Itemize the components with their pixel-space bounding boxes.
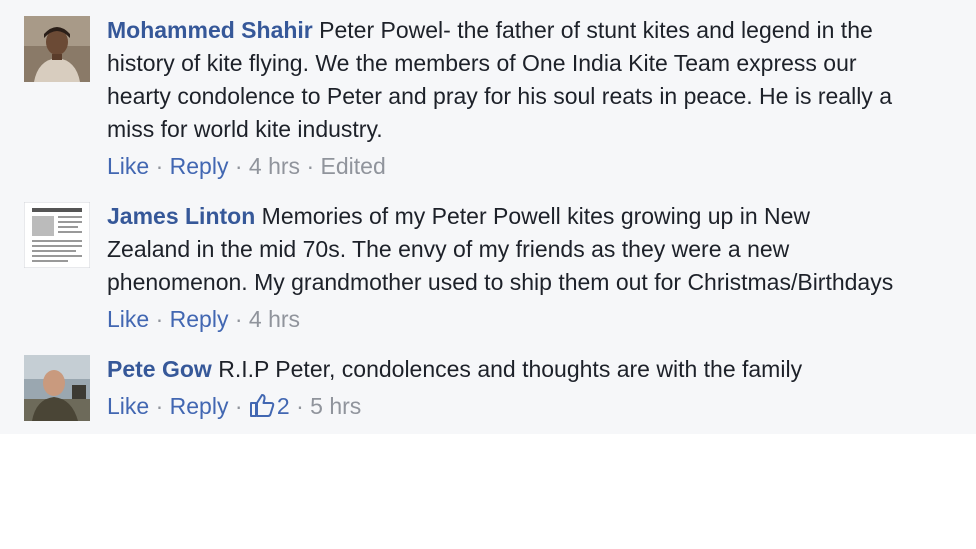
timestamp[interactable]: 4 hrs — [249, 153, 300, 179]
person-photo-icon — [24, 16, 90, 82]
comment-body: Pete Gow R.I.P Peter, condolences and th… — [107, 353, 976, 423]
comment-body: Mohammed Shahir Peter Powel- the father … — [107, 14, 976, 183]
author-name[interactable]: James Linton — [107, 203, 255, 229]
comment-body: James Linton Memories of my Peter Powell… — [107, 200, 976, 336]
reply-link[interactable]: Reply — [170, 306, 229, 332]
comment-line: R.I.P Peter, condolences and thoughts ar… — [218, 356, 803, 382]
separator: · — [300, 153, 321, 179]
reply-link[interactable]: Reply — [170, 153, 229, 179]
avatar[interactable] — [24, 355, 90, 421]
comment-line: Zealand in the mid 70s. The envy of my f… — [107, 236, 790, 262]
reply-link[interactable]: Reply — [170, 393, 229, 419]
comment-line: Peter Powel- the father of stunt kites a… — [319, 17, 873, 43]
separator: · — [289, 393, 311, 419]
thumbs-up-icon[interactable] — [249, 393, 275, 417]
like-count[interactable]: 2 — [277, 393, 290, 419]
comment-actions: Like · Reply · 2 · 5 hrs — [107, 390, 976, 423]
comment-text: Pete Gow R.I.P Peter, condolences and th… — [107, 353, 976, 386]
timestamp[interactable]: 5 hrs — [310, 393, 361, 419]
comment-line: Memories of my Peter Powell kites growin… — [261, 203, 811, 229]
comment-actions: Like · Reply · 4 hrs — [107, 303, 976, 336]
like-link[interactable]: Like — [107, 306, 149, 332]
avatar[interactable] — [24, 16, 90, 82]
comment-text: James Linton Memories of my Peter Powell… — [107, 200, 976, 233]
author-name[interactable]: Mohammed Shahir — [107, 17, 313, 43]
separator: · — [228, 306, 249, 332]
document-thumbnail-icon — [24, 202, 90, 268]
comment-text: Mohammed Shahir Peter Powel- the father … — [107, 14, 976, 47]
separator: · — [149, 306, 170, 332]
comments-panel: Mohammed Shahir Peter Powel- the father … — [0, 0, 976, 434]
comment-line: hearty condolence to Peter and pray for … — [107, 83, 892, 109]
comment-actions: Like · Reply · 4 hrs · Edited — [107, 150, 976, 183]
separator: · — [149, 393, 170, 419]
author-name[interactable]: Pete Gow — [107, 356, 212, 382]
like-link[interactable]: Like — [107, 153, 149, 179]
edited-label[interactable]: Edited — [321, 153, 386, 179]
separator: · — [228, 393, 249, 419]
separator: · — [149, 153, 170, 179]
separator: · — [228, 153, 249, 179]
avatar[interactable] — [24, 202, 90, 268]
like-link[interactable]: Like — [107, 393, 149, 419]
timestamp[interactable]: 4 hrs — [249, 306, 300, 332]
comment-line: miss for world kite industry. — [107, 116, 383, 142]
comment-line: history of kite flying. We the members o… — [107, 50, 857, 76]
person-photo-icon — [24, 355, 90, 421]
comment-line: phenomenon. My grandmother used to ship … — [107, 269, 894, 295]
